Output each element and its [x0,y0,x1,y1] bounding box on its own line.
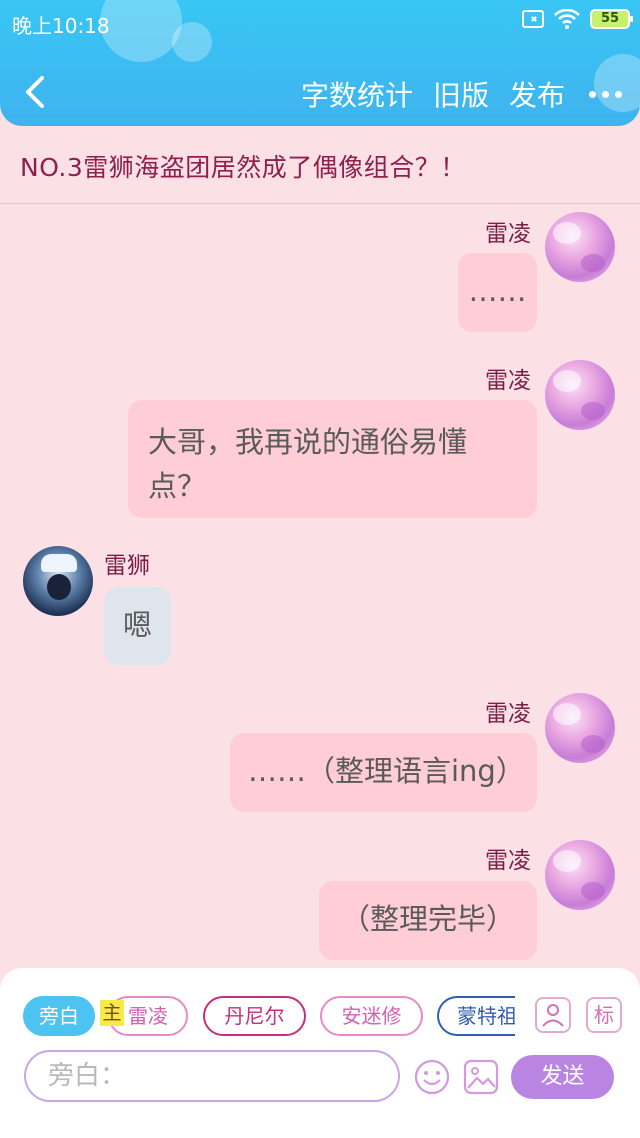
speaker-name: 雷狮 [104,553,150,579]
message-text: （整理完毕） [340,902,515,936]
speaker-name: 雷凌 [485,848,531,874]
publish-button[interactable]: 发布 [509,74,565,114]
more-options-button[interactable] [585,90,626,98]
speaker-name: 雷凌 [485,368,531,394]
main-role-badge: 主 [100,1000,124,1026]
message-text: 嗯 [122,608,152,642]
top-header: 晚上10:18 55 字数统计 旧版 发布 [0,0,640,126]
message-bubble[interactable]: 大哥，我再说的通俗易懂 点？ [128,400,537,518]
emoji-button[interactable] [413,1058,451,1096]
message-bubble[interactable]: （整理完毕） [319,881,537,960]
person-icon [542,1004,564,1027]
role-chip-danier[interactable]: 丹尼尔 [203,996,306,1036]
message-bubble[interactable]: 嗯 [104,587,171,665]
send-button[interactable]: 发送 [511,1055,614,1099]
message-input[interactable] [24,1050,400,1102]
no-sim-icon [522,10,544,28]
avatar[interactable] [545,693,615,763]
image-icon [463,1059,499,1095]
avatar[interactable] [545,212,615,282]
more-dot-icon [589,90,596,98]
battery-icon: 55 [590,9,633,29]
message-text: …… [468,274,527,308]
speaker-name: 雷凌 [485,221,531,247]
character-manage-button[interactable] [535,997,571,1033]
top-actions: 字数统计 旧版 发布 [301,74,626,114]
avatar[interactable] [23,546,93,616]
more-dot-icon [615,90,622,98]
chevron-left-icon [26,76,44,108]
role-chip-anmixiu[interactable]: 安迷修 [320,996,423,1036]
old-version-button[interactable]: 旧版 [433,74,489,114]
image-button[interactable] [462,1058,500,1096]
speaker-name: 雷凌 [485,701,531,727]
message-bubble[interactable]: ……（整理语言ing） [230,733,537,812]
wifi-icon [554,9,580,29]
chapter-title: NO.3雷狮海盗团居然成了偶像组合？！ [20,153,466,182]
more-dot-icon [602,90,609,98]
message-text-line: 大哥，我再说的通俗易懂 [148,425,468,459]
smiley-icon [414,1059,450,1095]
avatar[interactable] [545,840,615,910]
status-icons: 55 [522,9,633,29]
message-text-line: 点？ [148,469,207,503]
back-button[interactable] [20,72,50,112]
status-time: 晚上10:18 [12,14,110,38]
message-text: ……（整理语言ing） [248,754,525,788]
role-chip-mengte[interactable]: 蒙特祖 [437,996,515,1036]
role-chip-narration[interactable]: 旁白 [23,996,95,1036]
word-count-button[interactable]: 字数统计 [301,74,413,114]
message-bubble[interactable]: …… [458,253,537,332]
avatar[interactable] [545,360,615,430]
chapter-title-bar[interactable]: NO.3雷狮海盗团居然成了偶像组合？！ [0,126,640,204]
status-bar: 晚上10:18 55 [0,0,640,44]
tag-button[interactable]: 标 [586,997,622,1033]
